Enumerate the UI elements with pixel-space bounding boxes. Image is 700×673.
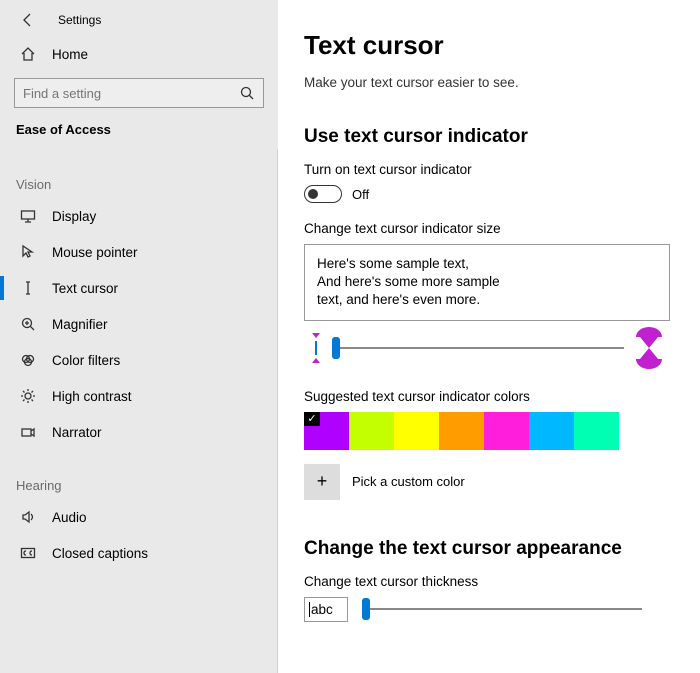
category-label: Ease of Access (0, 122, 278, 149)
group-hearing: Hearing (0, 450, 277, 499)
toggle-label: Turn on text cursor indicator (304, 162, 670, 177)
color-swatch[interactable] (484, 412, 529, 450)
sidebar-item-label: Magnifier (52, 317, 108, 332)
home-button[interactable]: Home (0, 38, 278, 70)
sidebar-item-magnifier[interactable]: Magnifier (0, 306, 277, 342)
main-content: Text cursor Make your text cursor easier… (278, 0, 700, 673)
sample-line: Here's some sample text, (317, 256, 469, 271)
app-title: Settings (58, 13, 101, 27)
sidebar-item-highcontrast[interactable]: High contrast (0, 378, 277, 414)
home-label: Home (52, 47, 88, 62)
group-vision: Vision (0, 149, 277, 198)
search-input[interactable] (14, 78, 264, 108)
sidebar-item-narrator[interactable]: Narrator (0, 414, 277, 450)
custom-color-label: Pick a custom color (352, 474, 465, 489)
sample-text-box: Here's some sample text, And here's some… (304, 244, 670, 321)
page-title: Text cursor (304, 30, 670, 61)
abc-text: abc (311, 602, 333, 617)
indicator-toggle[interactable] (304, 185, 342, 203)
sidebar-item-mouse[interactable]: Mouse pointer (0, 234, 277, 270)
sidebar-item-colorfilters[interactable]: Color filters (0, 342, 277, 378)
section-indicator-heading: Use text cursor indicator (304, 126, 670, 148)
high-contrast-icon (20, 388, 36, 404)
sample-line: And here's some more sample (317, 274, 500, 289)
sidebar-item-label: Mouse pointer (52, 245, 138, 260)
color-swatch[interactable] (304, 412, 349, 450)
color-swatch[interactable] (574, 412, 619, 450)
thickness-preview: abc (304, 597, 348, 622)
custom-color-button[interactable]: + (304, 464, 340, 500)
indicator-size-slider[interactable] (332, 347, 624, 349)
sidebar-item-label: Audio (52, 510, 87, 525)
size-label: Change text cursor indicator size (304, 221, 670, 236)
search-field[interactable] (23, 86, 239, 101)
sidebar-item-label: Text cursor (52, 281, 118, 296)
thickness-slider[interactable] (362, 608, 642, 610)
color-swatch[interactable] (394, 412, 439, 450)
sidebar-item-textcursor[interactable]: Text cursor (0, 270, 277, 306)
indicator-size-max-icon (634, 327, 664, 369)
sidebar-item-label: Closed captions (52, 546, 148, 561)
colors-label: Suggested text cursor indicator colors (304, 389, 670, 404)
back-icon[interactable] (20, 12, 36, 28)
color-swatch[interactable] (529, 412, 574, 450)
sidebar: Settings Home Ease of Access Vision Disp… (0, 0, 278, 673)
closed-captions-icon (20, 545, 36, 561)
color-swatches (304, 412, 670, 450)
color-swatch[interactable] (349, 412, 394, 450)
section-appearance-heading: Change the text cursor appearance (304, 538, 670, 560)
magnifier-icon (20, 316, 36, 332)
display-icon (20, 208, 36, 224)
toggle-value: Off (352, 187, 369, 202)
sample-line: text, and here's even more. (317, 292, 480, 307)
home-icon (20, 46, 36, 62)
indicator-size-min-icon (310, 341, 322, 355)
color-swatch[interactable] (439, 412, 484, 450)
sidebar-item-label: Display (52, 209, 96, 224)
sidebar-item-audio[interactable]: Audio (0, 499, 277, 535)
text-cursor-icon (20, 280, 36, 296)
thickness-label: Change text cursor thickness (304, 574, 670, 589)
sidebar-item-label: High contrast (52, 389, 132, 404)
narrator-icon (20, 424, 36, 440)
sidebar-item-label: Color filters (52, 353, 120, 368)
audio-icon (20, 509, 36, 525)
plus-icon: + (317, 471, 328, 492)
sidebar-item-display[interactable]: Display (0, 198, 277, 234)
sidebar-item-label: Narrator (52, 425, 102, 440)
sidebar-item-closedcaptions[interactable]: Closed captions (0, 535, 277, 571)
color-filters-icon (20, 352, 36, 368)
mouse-pointer-icon (20, 244, 36, 260)
page-subtitle: Make your text cursor easier to see. (304, 75, 670, 90)
search-icon (239, 85, 255, 101)
